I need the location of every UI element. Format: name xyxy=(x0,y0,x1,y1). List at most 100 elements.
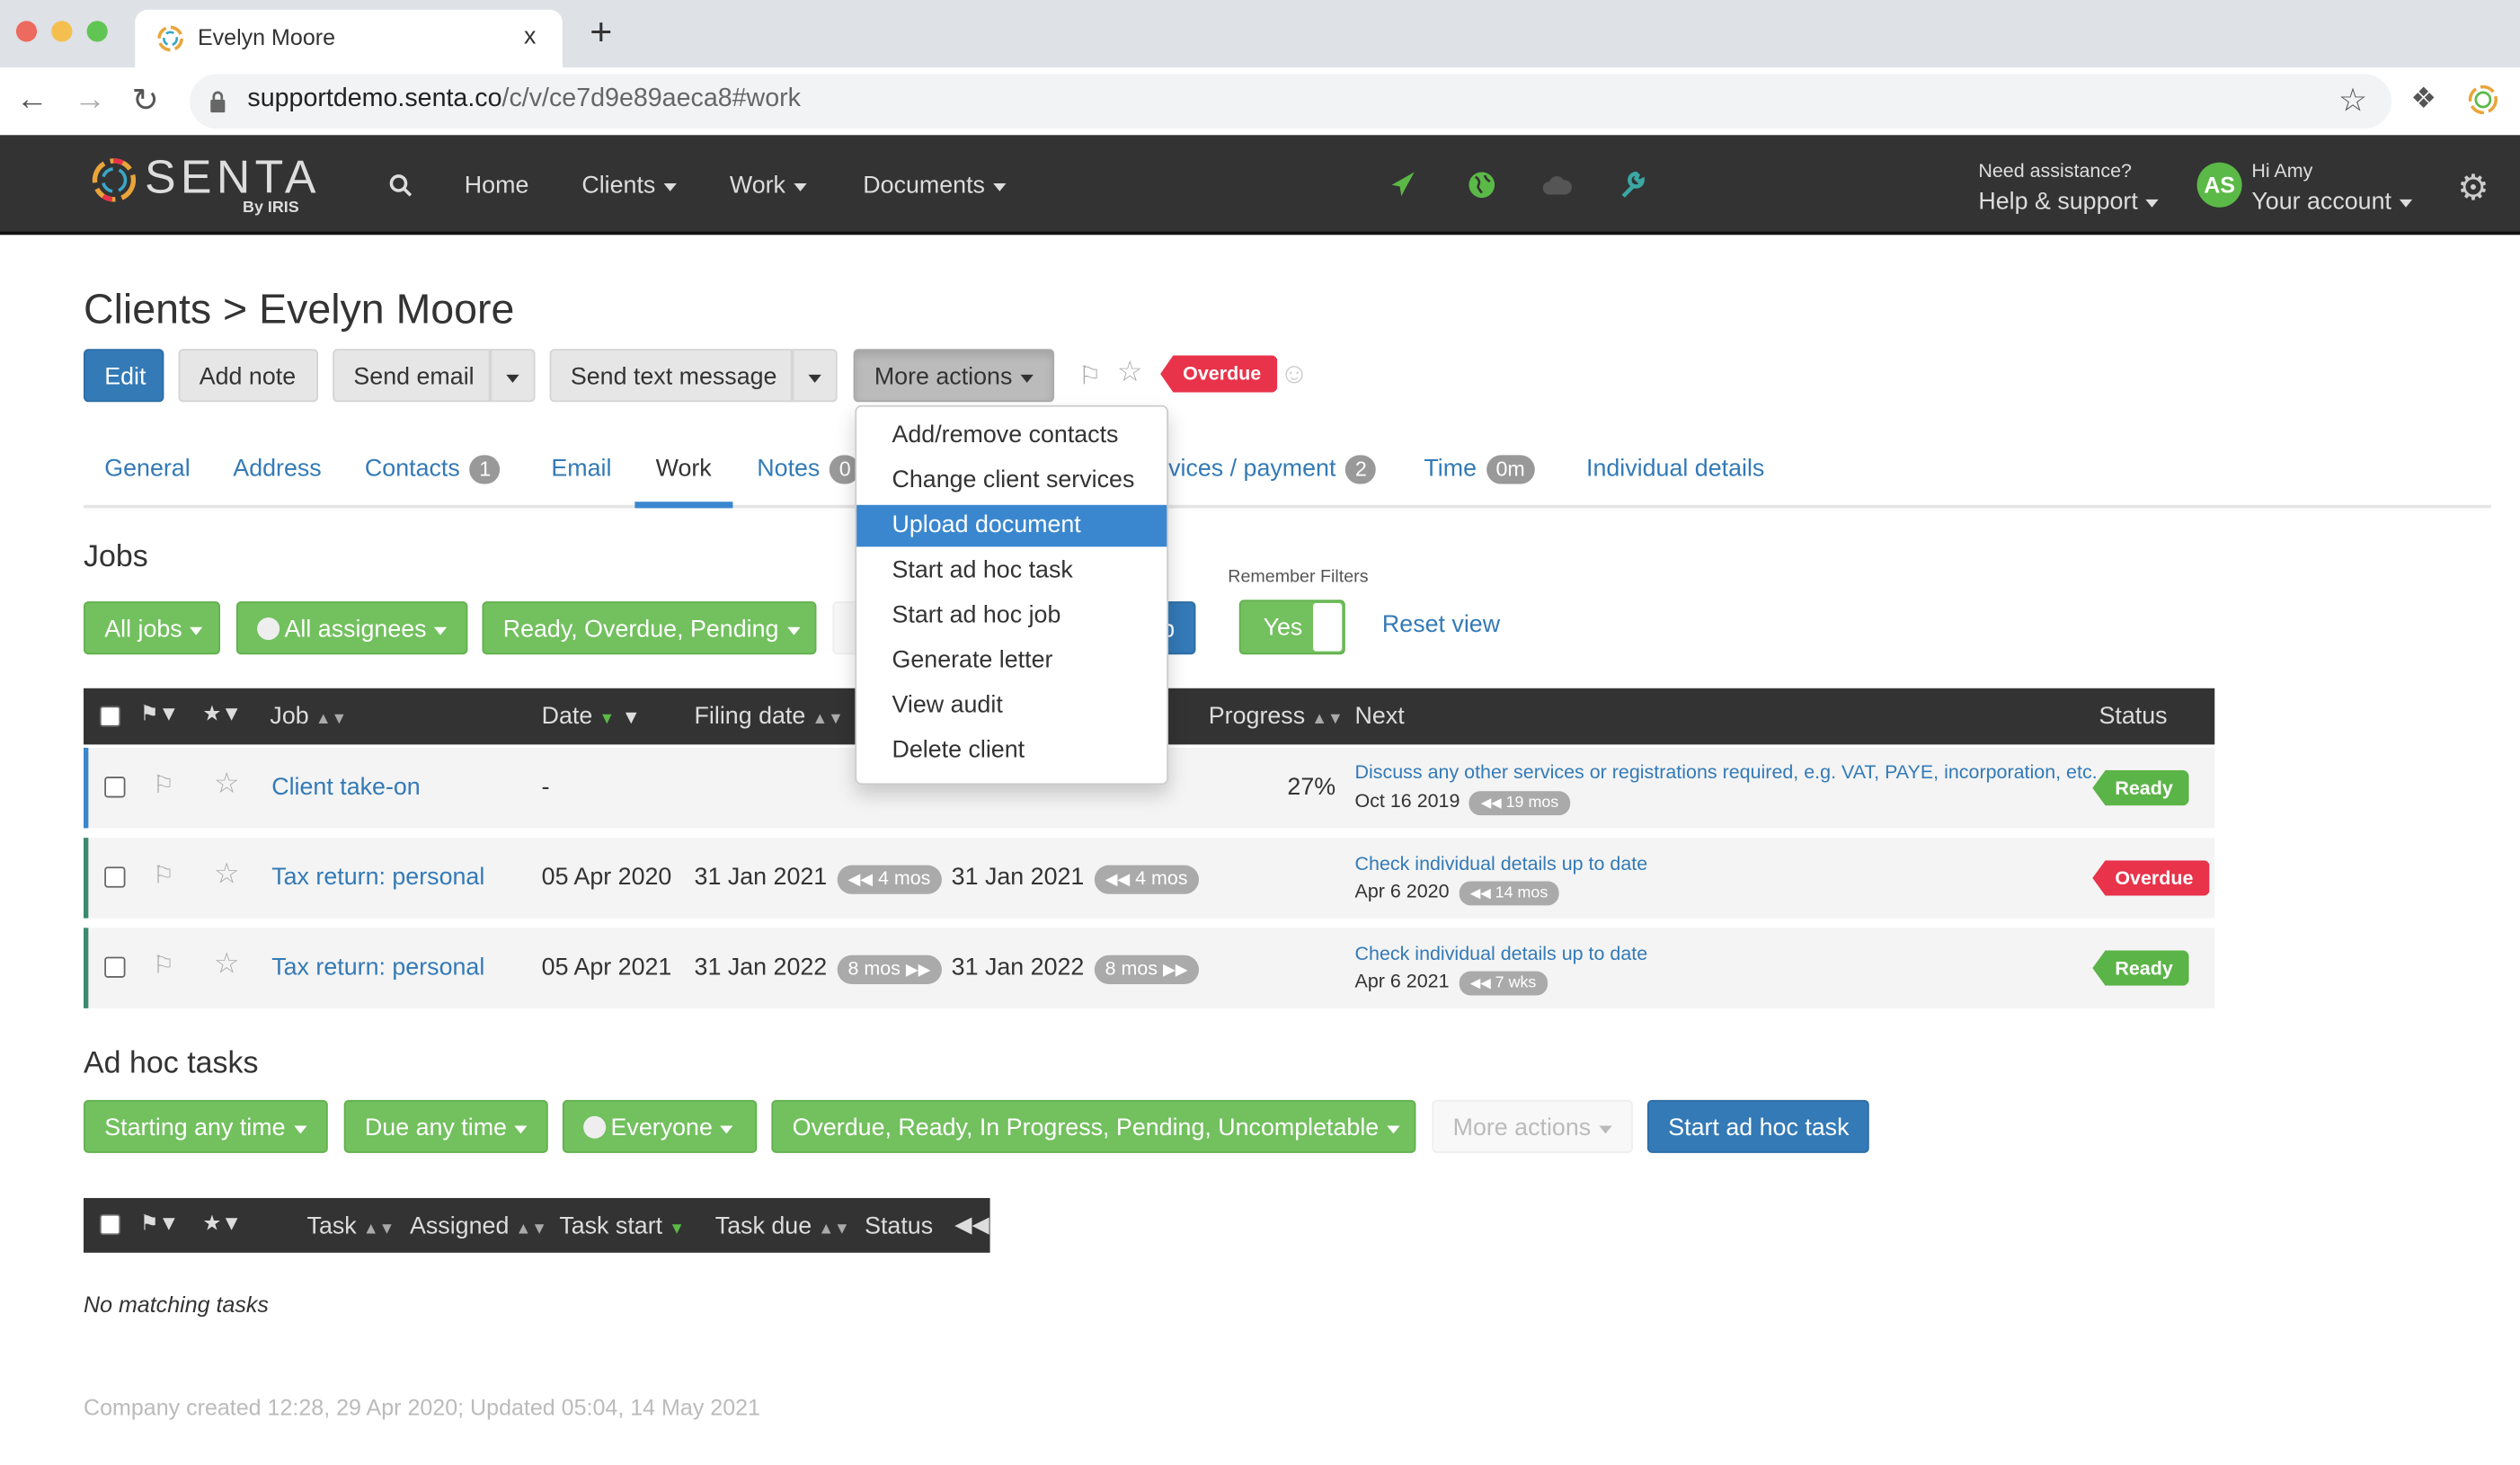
extensions-puzzle-icon[interactable]: ❖ xyxy=(2410,82,2436,116)
tab-individual-details[interactable]: Individual details xyxy=(1586,455,1764,482)
browser-tab[interactable]: Evelyn Moore x xyxy=(135,9,563,68)
star-icon[interactable]: ☆ xyxy=(214,947,240,981)
next-task-link[interactable]: Check individual details up to date xyxy=(1355,942,1648,964)
row-checkbox[interactable] xyxy=(104,956,126,978)
reset-view-link[interactable]: Reset view xyxy=(1382,611,1500,638)
send-text-message-button[interactable]: Send text message xyxy=(549,349,793,403)
tab-address[interactable]: Address xyxy=(233,455,321,482)
help-support-menu[interactable]: Help & support xyxy=(1978,188,2160,216)
remember-filters-toggle[interactable]: Yes xyxy=(1238,599,1345,655)
star-filter-icon[interactable]: ★▼ xyxy=(202,1211,242,1237)
flag-icon[interactable]: ⚐ xyxy=(1078,360,1102,393)
col-job[interactable]: Job ▲▼ xyxy=(270,703,347,730)
nav-clients[interactable]: Clients xyxy=(581,172,677,200)
globe-icon[interactable] xyxy=(1468,171,1496,200)
send-text-dropdown-toggle[interactable] xyxy=(792,349,838,403)
flag-icon[interactable]: ⚐ xyxy=(153,860,174,889)
col-task-start[interactable]: Task start ▼ xyxy=(559,1212,685,1239)
col-task-due[interactable]: Task due ▲▼ xyxy=(715,1212,850,1239)
relative-time-text: 4 mos xyxy=(877,866,931,890)
account-menu[interactable]: Your account xyxy=(2251,188,2413,216)
menu-item-delete-client[interactable]: Delete client xyxy=(856,730,1167,772)
adhoc-more-actions-button[interactable]: More actions xyxy=(1432,1099,1633,1153)
edit-button[interactable]: Edit xyxy=(83,349,164,403)
menu-item-view-audit[interactable]: View audit xyxy=(856,685,1167,727)
select-all-tasks-checkbox[interactable] xyxy=(99,1213,121,1236)
back-icon[interactable]: ← xyxy=(16,82,49,119)
flag-icon[interactable]: ⚐ xyxy=(153,950,174,979)
minimize-window-icon[interactable] xyxy=(51,21,73,42)
chevron-down-icon xyxy=(506,374,519,382)
tab-invoices-payment[interactable]: vices / payment 2 xyxy=(1168,455,1377,484)
next-task-link[interactable]: Check individual details up to date xyxy=(1355,852,1648,875)
forward-icon[interactable]: → xyxy=(74,82,106,119)
everyone-filter-button[interactable]: Everyone xyxy=(562,1099,758,1153)
job-link[interactable]: Tax return: personal xyxy=(271,954,484,981)
bookmark-star-icon[interactable]: ☆ xyxy=(2338,80,2367,120)
send-email-dropdown-toggle[interactable] xyxy=(490,349,536,403)
row-checkbox[interactable] xyxy=(104,866,126,888)
settings-gears-icon[interactable]: ⚙ xyxy=(2457,167,2489,209)
nav-home[interactable]: Home xyxy=(465,172,529,199)
nav-documents[interactable]: Documents xyxy=(863,172,1007,200)
tab-work[interactable]: Work xyxy=(656,455,712,482)
search-icon[interactable] xyxy=(389,173,413,198)
maximize-window-icon[interactable] xyxy=(86,21,108,42)
col-assigned[interactable]: Assigned ▲▼ xyxy=(410,1212,547,1239)
menu-item-upload-document[interactable]: Upload document xyxy=(856,504,1167,547)
flag-filter-icon[interactable]: ⚑▼ xyxy=(140,701,180,727)
tab-general[interactable]: General xyxy=(104,455,190,482)
tab-contacts[interactable]: Contacts 1 xyxy=(365,455,501,484)
jobs-filter-button[interactable]: All jobs xyxy=(83,601,220,655)
row-checkbox[interactable] xyxy=(104,777,126,798)
tab-time[interactable]: Time 0m xyxy=(1424,455,1535,484)
senta-extension-icon[interactable] xyxy=(2467,84,2499,116)
menu-item-change-client-services[interactable]: Change client services xyxy=(856,460,1167,502)
col-progress[interactable]: Progress ▲▼ xyxy=(1209,703,1344,730)
add-note-button[interactable]: Add note xyxy=(178,349,319,403)
close-tab-icon[interactable]: x xyxy=(524,22,536,49)
flag-filter-icon[interactable]: ⚑▼ xyxy=(140,1211,180,1237)
col-filing-date[interactable]: Filing date ▲▼ xyxy=(695,703,844,730)
new-tab-button[interactable]: + xyxy=(590,12,612,55)
col-task[interactable]: Task ▲▼ xyxy=(307,1212,395,1239)
job-link[interactable]: Client take-on xyxy=(271,774,421,801)
star-icon[interactable]: ☆ xyxy=(214,857,240,892)
menu-item-start-adhoc-job[interactable]: Start ad hoc job xyxy=(856,595,1167,637)
close-window-icon[interactable] xyxy=(15,21,38,42)
due-filter-button[interactable]: Due any time xyxy=(343,1099,548,1153)
next-task-link[interactable]: Discuss any other services or registrati… xyxy=(1355,760,2098,783)
nav-documents-label: Documents xyxy=(863,172,985,200)
starting-filter-button[interactable]: Starting any time xyxy=(83,1099,328,1153)
chevron-down-icon xyxy=(720,1124,734,1133)
cloud-icon[interactable] xyxy=(1542,173,1572,196)
help-support-label: Help & support xyxy=(1978,188,2138,216)
sort-icon: ▲▼ xyxy=(812,710,844,729)
nav-work[interactable]: Work xyxy=(730,172,807,200)
task-status-filter-button[interactable]: Overdue, Ready, In Progress, Pending, Un… xyxy=(771,1099,1416,1153)
job-link[interactable]: Tax return: personal xyxy=(271,864,484,891)
menu-item-add-remove-contacts[interactable]: Add/remove contacts xyxy=(856,415,1167,457)
tab-email[interactable]: Email xyxy=(551,455,611,482)
star-filter-icon[interactable]: ★▼ xyxy=(202,701,242,727)
send-email-button[interactable]: Send email xyxy=(333,349,491,403)
select-all-checkbox[interactable] xyxy=(99,706,121,727)
col-date[interactable]: Date ▼ ▼ xyxy=(542,703,641,730)
avatar[interactable]: AS xyxy=(2196,162,2242,208)
status-filter-button[interactable]: Ready, Overdue, Pending xyxy=(482,601,817,655)
star-icon[interactable]: ☆ xyxy=(214,767,240,801)
url-bar[interactable]: supportdemo.senta.co/c/v/ce7d9e89aeca8#w… xyxy=(190,74,2391,129)
paper-plane-icon[interactable] xyxy=(1389,171,1417,200)
tab-notes[interactable]: Notes 0 xyxy=(757,455,861,484)
more-actions-button[interactable]: More actions xyxy=(853,349,1055,403)
assignees-filter-button[interactable]: All assignees xyxy=(235,601,468,655)
flag-icon[interactable]: ⚐ xyxy=(153,770,174,799)
reload-icon[interactable]: ↻ xyxy=(132,80,159,120)
star-icon[interactable]: ☆ xyxy=(1117,355,1143,389)
menu-item-generate-letter[interactable]: Generate letter xyxy=(856,640,1167,682)
collapse-columns-icon[interactable]: ◀◀ xyxy=(954,1211,989,1238)
smiley-icon[interactable]: ☺ xyxy=(1279,357,1309,391)
start-adhoc-task-button[interactable]: Start ad hoc task xyxy=(1646,1099,1869,1153)
wrench-icon[interactable] xyxy=(1619,171,1647,200)
menu-item-start-adhoc-task[interactable]: Start ad hoc task xyxy=(856,550,1167,592)
